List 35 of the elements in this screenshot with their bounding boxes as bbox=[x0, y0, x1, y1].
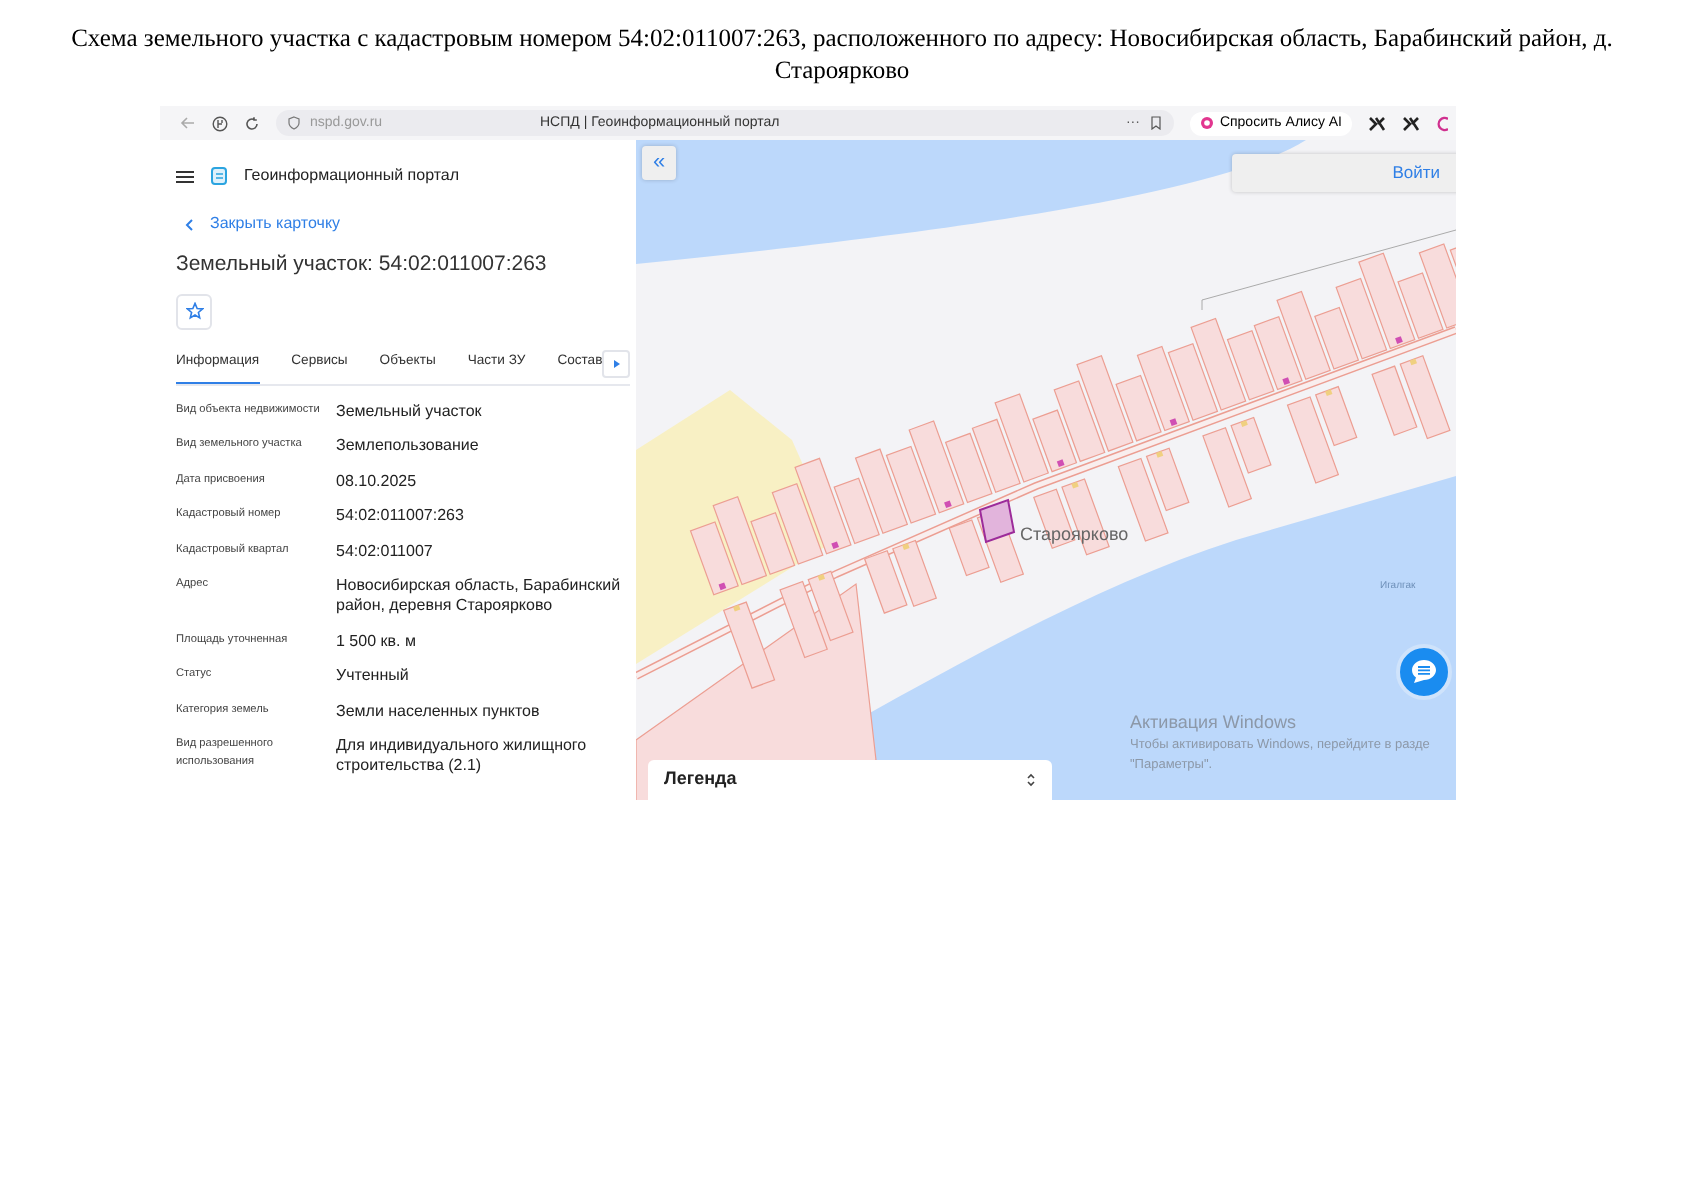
chevron-left-icon bbox=[184, 217, 194, 232]
extension-icon[interactable] bbox=[1402, 115, 1420, 132]
property-value: 54:02:011007:263 bbox=[336, 506, 464, 528]
circle-letter-icon[interactable] bbox=[212, 115, 228, 132]
legend-panel[interactable]: Легенда bbox=[648, 759, 1052, 800]
property-value: Земли населенных пунктов bbox=[336, 701, 540, 722]
activation-title: Активация Windows bbox=[1130, 709, 1298, 736]
property-value: Земельный участок bbox=[336, 402, 482, 423]
property-value: 54:02:011007 bbox=[336, 541, 433, 562]
document-icon bbox=[210, 166, 228, 187]
portal-name: Геоинформационный портал bbox=[244, 164, 460, 189]
property-value: Новосибирская область, Барабинский район, деревня Староярково bbox=[336, 575, 623, 618]
chat-icon bbox=[1410, 658, 1438, 685]
property-value: Землепользование bbox=[336, 436, 479, 458]
close-card-link[interactable]: Закрыть карточку bbox=[210, 212, 341, 237]
document-title: Схема земельного участка с кадастровым номером 54:02:011007:263, расположенного по адресу: Новосибирская область, Барабинский район, д. Староярково bbox=[69, 24, 1615, 87]
menu-icon[interactable] bbox=[176, 169, 194, 184]
property-value: 1 500 кв. м bbox=[336, 631, 416, 653]
legend-title: Легенда bbox=[664, 765, 737, 792]
collapse-button[interactable]: « bbox=[642, 146, 676, 181]
card-title: Земельный участок: 54:02:011007:263 bbox=[176, 252, 549, 278]
property-value: Для индивидуального жилищного строительства (2.1) bbox=[336, 735, 589, 778]
caret-right-icon bbox=[613, 360, 620, 369]
property-value: Учтенный bbox=[336, 666, 409, 688]
place-label: Староярково bbox=[1020, 524, 1129, 545]
star-icon bbox=[185, 302, 203, 321]
sort-icon bbox=[1026, 771, 1036, 788]
shield-icon bbox=[288, 116, 300, 131]
property-value: 08.10.2025 bbox=[336, 471, 417, 493]
extension-icon[interactable] bbox=[1368, 115, 1386, 132]
favorite-button[interactable] bbox=[176, 293, 212, 330]
scroll-right-button[interactable] bbox=[602, 350, 631, 379]
assistant-logo-icon bbox=[1199, 116, 1214, 131]
bookmark-icon[interactable] bbox=[1149, 116, 1162, 131]
reload-icon[interactable] bbox=[244, 115, 260, 132]
